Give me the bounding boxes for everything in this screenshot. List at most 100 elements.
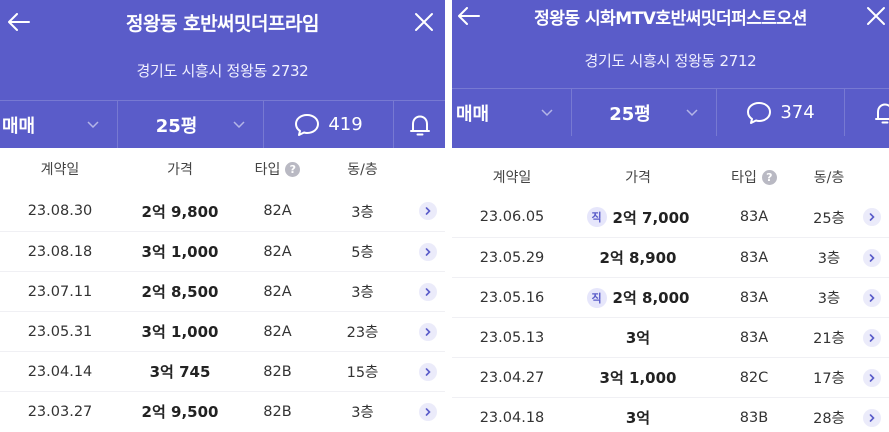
right-address: 경기도 시흥시 정왕동 2712 xyxy=(584,52,757,70)
row-floor: 15층 xyxy=(346,365,379,381)
chevron-right-icon[interactable] xyxy=(862,288,881,307)
row-price: 2억 8,900 xyxy=(599,249,677,267)
chevron-right-icon[interactable] xyxy=(862,248,881,267)
row-date: 23.04.27 xyxy=(479,369,545,386)
row-price: 3억 745 xyxy=(149,363,211,381)
chevron-right-icon[interactable] xyxy=(862,208,881,226)
col-type-label: 타입 xyxy=(254,162,281,178)
alert-button[interactable] xyxy=(394,101,445,148)
close-icon[interactable] xyxy=(863,3,889,29)
speech-bubble-icon xyxy=(295,113,320,136)
row-date: 23.08.18 xyxy=(27,243,93,260)
row-price: 2억 7,000 xyxy=(612,208,690,227)
deal-type-select[interactable]: 매매 xyxy=(452,89,572,136)
comments-count: 419 xyxy=(328,114,363,135)
chevron-right-icon[interactable] xyxy=(418,322,437,341)
table-row[interactable]: 23.05.13 3억 83A 21층 xyxy=(452,317,889,357)
row-floor: 3층 xyxy=(351,204,374,221)
chevron-right-icon[interactable] xyxy=(418,202,437,220)
chevron-down-icon xyxy=(686,108,698,116)
chevron-right-icon[interactable] xyxy=(862,328,881,347)
col-floor: 동/층 xyxy=(813,170,845,186)
row-type: 82C xyxy=(739,369,769,386)
row-price-cell: 3억 1,000 xyxy=(120,321,240,342)
row-type: 83A xyxy=(739,209,769,225)
row-type: 82B xyxy=(263,403,292,420)
left-transaction-list: 23.08.30 2억 9,800 82A 3층 23.08.18 3억 1,000 82A… xyxy=(0,191,445,431)
table-row[interactable]: 23.04.14 3억 745 82B 15층 xyxy=(0,351,445,391)
row-floor: 28층 xyxy=(813,411,845,427)
close-icon[interactable] xyxy=(411,9,437,35)
direct-deal-badge: 직 xyxy=(586,207,607,227)
chevron-right-icon[interactable] xyxy=(862,408,881,427)
row-price-cell: 2억 8,900 xyxy=(572,247,704,268)
size-select[interactable]: 25평 xyxy=(118,101,264,148)
table-row[interactable]: 23.05.16 직 2억 8,000 83A 3층 xyxy=(452,277,889,317)
panel-divider xyxy=(445,0,452,432)
speech-bubble-icon xyxy=(747,101,772,124)
row-price-cell: 3억 1,000 xyxy=(572,367,704,388)
table-row[interactable]: 23.08.18 3억 1,000 82A 5층 xyxy=(0,231,445,271)
row-floor: 3층 xyxy=(351,405,374,421)
row-type: 83A xyxy=(739,249,769,266)
table-row[interactable]: 23.06.05 직 2억 7,000 83A 25층 xyxy=(452,197,889,237)
table-row[interactable]: 23.04.27 3억 1,000 82C 17층 xyxy=(452,357,889,397)
table-row[interactable]: 23.07.11 2억 8,500 82A 3층 xyxy=(0,271,445,311)
table-row[interactable]: 23.05.29 2억 8,900 83A 3층 xyxy=(452,237,889,277)
deal-type-label: 매매 xyxy=(456,103,490,125)
row-price: 2억 8,500 xyxy=(141,283,219,301)
bell-icon xyxy=(875,103,889,123)
row-floor: 23층 xyxy=(346,325,379,341)
table-row[interactable]: 23.04.18 3억 83B 28층 xyxy=(452,397,889,432)
right-filter-bar: 매매 25평 374 xyxy=(452,88,889,136)
row-type: 82A xyxy=(263,323,292,340)
table-row[interactable]: 23.05.31 3억 1,000 82A 23층 xyxy=(0,311,445,351)
back-arrow-icon[interactable] xyxy=(6,9,32,35)
help-icon[interactable]: ? xyxy=(285,161,301,177)
deal-type-select[interactable]: 매매 xyxy=(0,101,118,148)
comments-button[interactable]: 419 xyxy=(264,101,394,148)
row-date: 23.05.29 xyxy=(479,249,545,266)
bell-icon xyxy=(409,115,430,135)
size-select[interactable]: 25평 xyxy=(572,89,717,136)
chevron-right-icon[interactable] xyxy=(418,362,437,381)
row-date: 23.05.16 xyxy=(479,289,545,306)
row-price-cell: 3억 xyxy=(572,327,704,348)
table-row[interactable]: 23.03.27 2억 9,500 82B 3층 xyxy=(0,391,445,431)
chevron-down-icon xyxy=(541,108,553,116)
col-date: 계약일 xyxy=(492,170,532,186)
back-arrow-icon[interactable] xyxy=(456,3,482,29)
row-price: 3억 xyxy=(625,409,651,427)
row-price: 3억 1,000 xyxy=(141,243,219,261)
row-date: 23.04.18 xyxy=(479,409,545,426)
col-type: 타입 ? xyxy=(240,159,315,179)
row-date: 23.04.14 xyxy=(27,363,93,380)
row-detail-cell xyxy=(410,402,445,421)
row-date: 23.06.05 xyxy=(479,209,545,225)
chevron-down-icon xyxy=(233,120,245,128)
col-type: 타입 ? xyxy=(704,167,804,187)
chevron-right-icon[interactable] xyxy=(862,368,881,387)
table-row[interactable]: 23.08.30 2억 9,800 82A 3층 xyxy=(0,191,445,231)
left-filter-bar: 매매 25평 419 xyxy=(0,100,445,148)
row-date: 23.07.11 xyxy=(27,283,93,300)
right-header: 정왕동 시화MTV호반써밋더퍼스트오션 경기도 시흥시 정왕동 2712 매매 … xyxy=(452,0,889,148)
row-price-cell: 2억 9,800 xyxy=(120,201,240,222)
row-floor: 3층 xyxy=(351,285,374,301)
right-transaction-list: 23.06.05 직 2억 7,000 83A 25층 23.05.29 2억 8,900 8… xyxy=(452,197,889,432)
chevron-right-icon[interactable] xyxy=(418,242,437,261)
comments-button[interactable]: 374 xyxy=(717,89,845,136)
col-price: 가격 xyxy=(625,170,651,186)
row-type: 83B xyxy=(739,409,769,426)
alert-button[interactable] xyxy=(845,89,889,136)
direct-deal-badge: 직 xyxy=(586,287,607,308)
left-panel: 정왕동 호반써밋더프라임 경기도 시흥시 정왕동 2732 매매 25평 419 xyxy=(0,0,445,432)
row-price-cell: 3억 745 xyxy=(120,361,240,382)
row-floor: 5층 xyxy=(351,245,374,261)
chevron-right-icon[interactable] xyxy=(418,402,437,421)
help-icon[interactable]: ? xyxy=(761,169,777,185)
row-date: 23.05.13 xyxy=(479,329,545,346)
right-panel: 정왕동 시화MTV호반써밋더퍼스트오션 경기도 시흥시 정왕동 2712 매매 … xyxy=(452,0,889,432)
chevron-right-icon[interactable] xyxy=(418,282,437,301)
row-floor: 3층 xyxy=(817,251,841,267)
